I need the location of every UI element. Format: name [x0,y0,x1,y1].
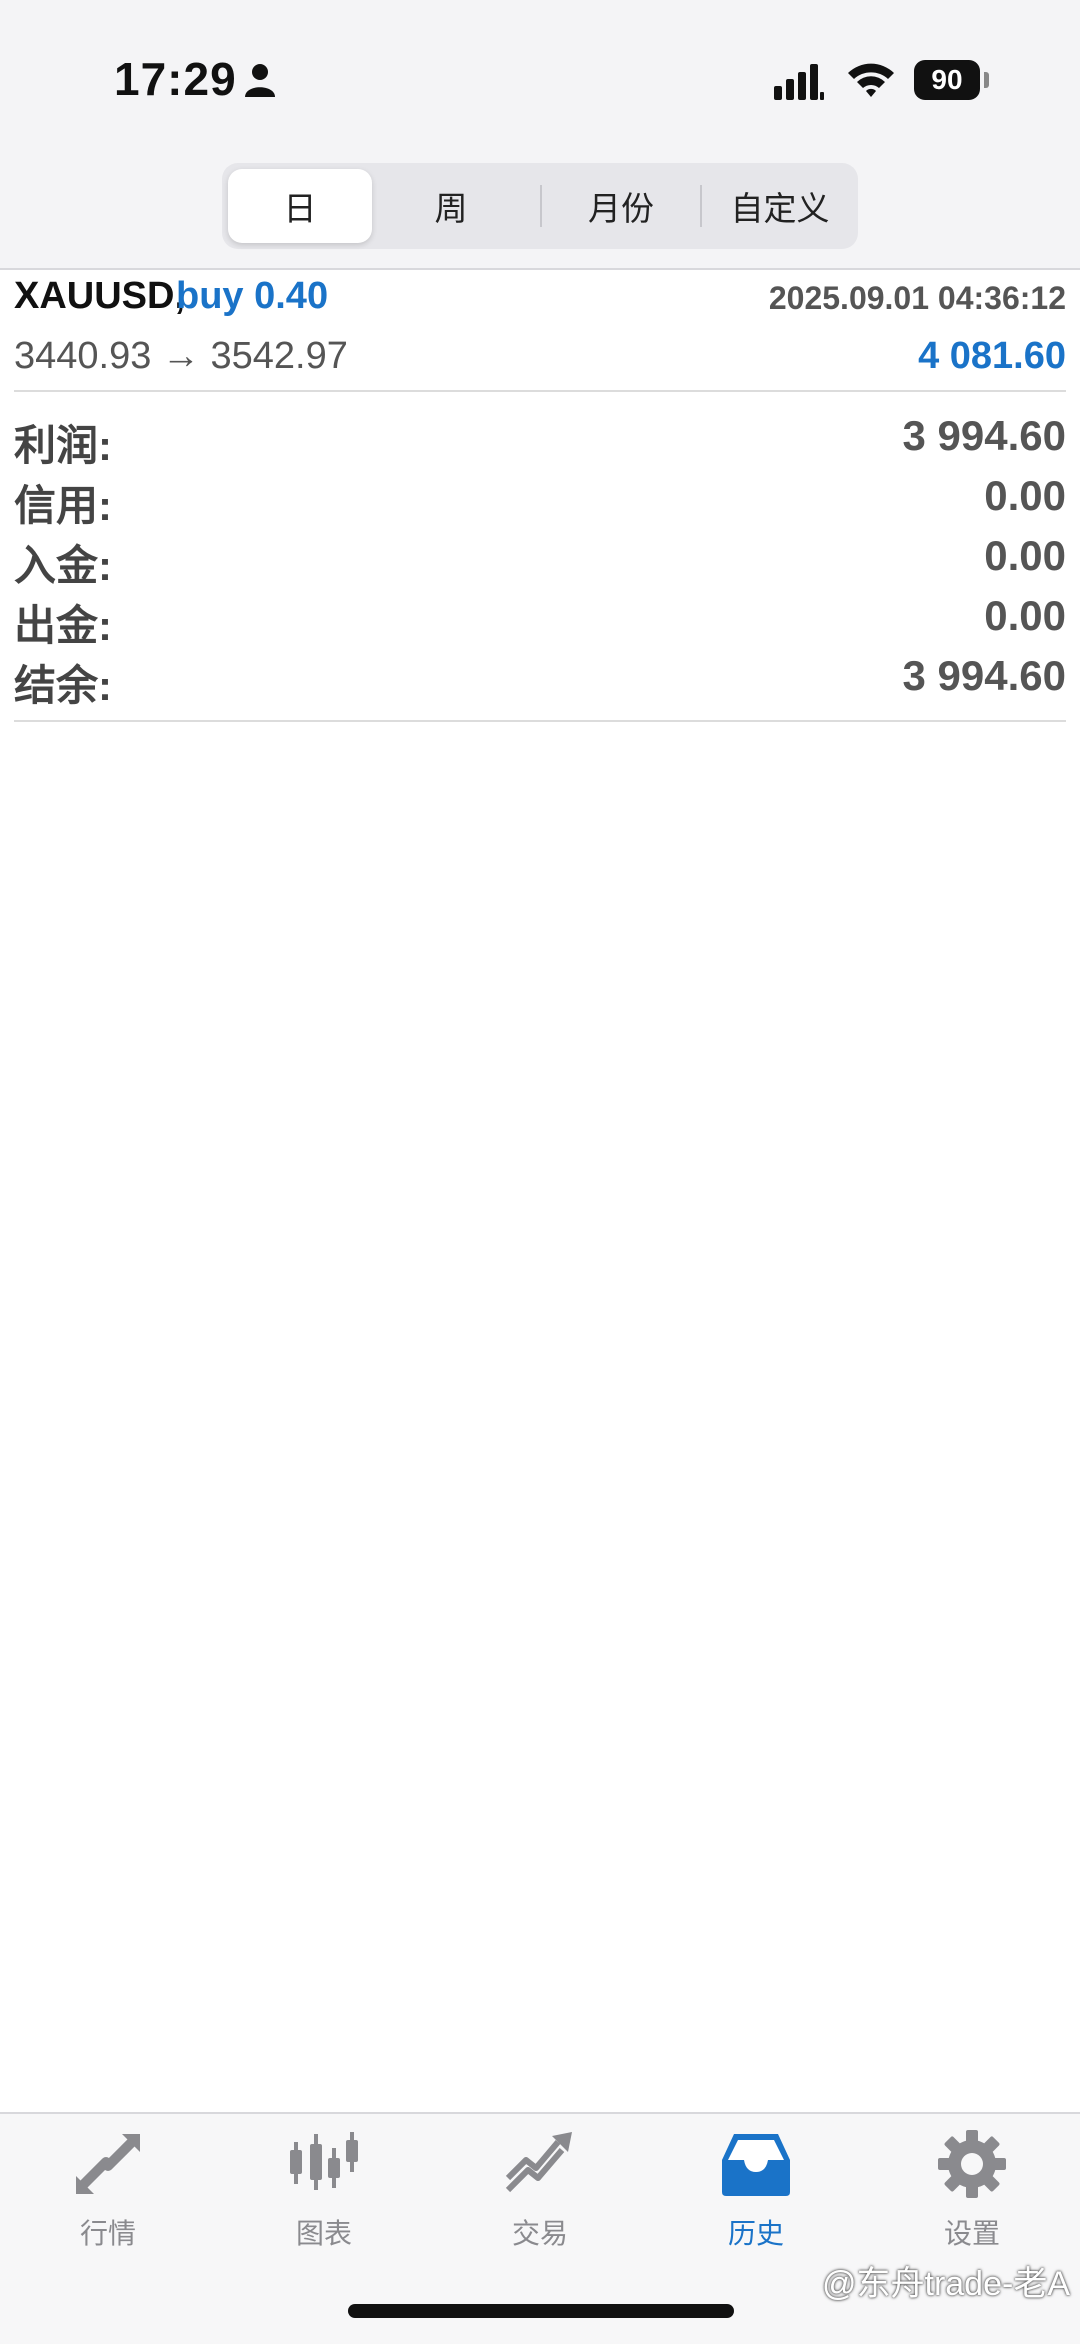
cellular-signal-icon [774,64,824,100]
segment-month[interactable]: 月份 [542,163,700,249]
status-time: 17:29 [114,53,237,105]
segment-custom[interactable]: 自定义 [702,163,858,249]
gear-icon [938,2130,1006,2198]
profit-label: 利润: [14,422,112,469]
withdrawal-label: 出金: [14,602,112,649]
trade-profit: 4 081.60 [918,335,1066,377]
tab-label: 行情 [79,2218,136,2249]
divider [14,390,1066,392]
segment-day[interactable]: 日 [228,169,372,243]
tab-label: 历史 [727,2218,784,2249]
tab-charts[interactable]: 图表 [216,2128,432,2249]
deposit-value: 0.00 [984,532,1066,579]
credit-label: 信用: [14,482,112,529]
watermark-text: @东舟trade-老A [821,2265,1070,2303]
trade-side-volume: buy 0.40 [176,275,329,317]
tab-label: 设置 [943,2218,1000,2249]
trade-symbol: XAUUSD, [14,275,186,317]
balance-label: 结余: [14,662,112,709]
period-segmented-control: 日 周 月份 自定义 [222,163,858,249]
battery-indicator: 90 [914,60,980,100]
tab-label: 交易 [511,2218,568,2249]
divider [14,720,1066,722]
tab-history[interactable]: 历史 [648,2128,864,2249]
tab-settings[interactable]: 设置 [864,2128,1080,2249]
tab-trade[interactable]: 交易 [432,2128,648,2249]
tab-quotes[interactable]: 行情 [0,2128,216,2249]
home-indicator[interactable] [348,2304,734,2318]
candlestick-chart-icon [290,2132,358,2190]
tab-label: 图表 [295,2218,352,2249]
deposit-label: 入金: [14,542,112,589]
quotes-arrows-icon [76,2134,140,2194]
trade-open-close-prices: 3440.93 → 3542.97 [14,335,348,377]
inbox-history-icon [722,2134,790,2196]
profit-value: 3 994.60 [902,412,1067,459]
trade-datetime: 2025.09.01 04:36:12 [768,280,1066,316]
trade-trend-icon [505,2132,572,2193]
segment-week[interactable]: 周 [386,163,516,249]
balance-value: 3 994.60 [902,652,1067,699]
credit-value: 0.00 [984,472,1066,519]
battery-tip [984,72,989,88]
wifi-icon [848,63,894,97]
withdrawal-value: 0.00 [984,592,1066,639]
person-icon [245,64,275,97]
